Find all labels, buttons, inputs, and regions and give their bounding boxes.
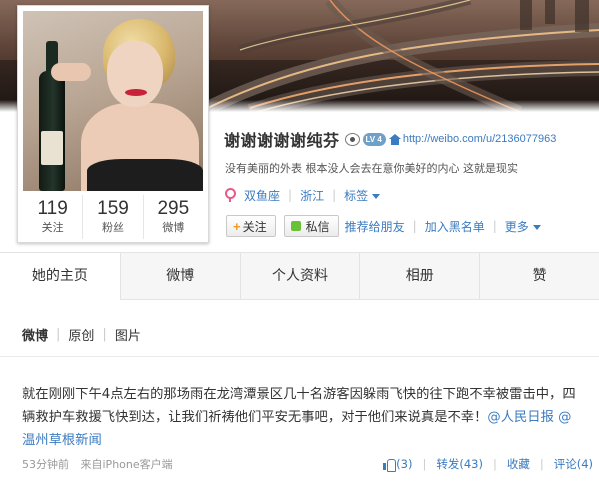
feed-filter: 微博 | 原创 | 图片 xyxy=(22,325,141,344)
profile-name-row: 谢谢谢谢谢纯芬 LV 4 http://weibo.com/u/21360779… xyxy=(224,128,556,150)
post-source-prefix: 来自 xyxy=(80,458,103,471)
stat-posts[interactable]: 295 微博 xyxy=(142,195,203,239)
message-button[interactable]: 私信 xyxy=(283,215,339,237)
tags-separator: | xyxy=(288,188,293,202)
filter-separator: | xyxy=(102,327,107,342)
profile-url-link[interactable]: http://weibo.com/u/2136077963 xyxy=(403,133,557,145)
stat-following[interactable]: 119 关注 xyxy=(23,195,82,239)
profile-tabbar: 她的主页 微博 个人资料 相册 赞 xyxy=(0,252,599,301)
profile-actions: + 关注 私信 推荐给朋友 | 加入黑名单 | 更多 xyxy=(226,214,541,238)
blacklist-link[interactable]: 加入黑名单 xyxy=(425,218,485,235)
recommend-link[interactable]: 推荐给朋友 xyxy=(345,218,405,235)
stat-following-count: 119 xyxy=(37,198,68,219)
message-icon xyxy=(290,221,301,231)
tab-profile-info[interactable]: 个人资料 xyxy=(239,253,360,299)
profile-bio: 没有美丽的外表 根本没人会去在意你美好的内心 这就是现实 xyxy=(225,162,518,175)
verified-eye-icon[interactable] xyxy=(344,132,360,146)
post-actions: (3) | 转发(43) | 收藏 | 评论(4) xyxy=(383,456,593,472)
stat-followers-count: 159 xyxy=(97,198,129,219)
plus-icon: + xyxy=(233,218,241,234)
female-gender-icon xyxy=(224,188,236,202)
post-actions-separator: | xyxy=(422,457,427,471)
filter-separator: | xyxy=(56,327,61,342)
avatar-face xyxy=(107,41,163,107)
avatar-bottle-label xyxy=(41,131,63,165)
mention-link[interactable]: @人民日报 xyxy=(487,410,553,425)
tab-likes[interactable]: 赞 xyxy=(479,253,599,299)
follow-button-label: 关注 xyxy=(242,219,267,234)
feed-divider xyxy=(0,356,599,357)
post-actions-separator: | xyxy=(539,457,544,471)
stat-followers[interactable]: 159 粉丝 xyxy=(82,195,142,239)
stat-posts-label: 微博 xyxy=(162,221,185,234)
avatar-card: 119 关注 159 粉丝 295 微博 xyxy=(17,5,209,243)
tags-separator: | xyxy=(332,188,337,202)
thumbs-up-icon[interactable] xyxy=(383,458,397,472)
avatar-dress xyxy=(87,159,203,191)
post-text: 就在刚刚下午4点左右的那场雨在龙湾潭景区几十名游客因躲雨飞快的往下跑不幸被雷击中… xyxy=(22,383,582,452)
chevron-down-icon xyxy=(372,193,381,199)
profile-stats: 119 关注 159 粉丝 295 微博 xyxy=(23,195,203,239)
constellation-link[interactable]: 双鱼座 xyxy=(244,187,280,204)
filter-original[interactable]: 原创 xyxy=(68,325,94,344)
more-dropdown-label: 更多 xyxy=(504,219,529,234)
stat-following-label: 关注 xyxy=(41,221,64,234)
home-icon xyxy=(388,133,401,145)
avatar[interactable] xyxy=(23,11,203,191)
stat-posts-count: 295 xyxy=(157,198,190,219)
like-count[interactable]: (3) xyxy=(396,457,412,471)
actions-separator: | xyxy=(492,219,497,233)
tab-home[interactable]: 她的主页 xyxy=(0,253,120,301)
filter-images[interactable]: 图片 xyxy=(115,325,141,344)
profile-tags-row: 双鱼座 | 浙江 | 标签 xyxy=(224,186,381,204)
actions-separator: | xyxy=(412,219,417,233)
post-meta: 53分钟前 来自iPhone客户端 xyxy=(22,456,173,472)
more-dropdown[interactable]: 更多 xyxy=(505,218,541,235)
filter-all-weibo[interactable]: 微博 xyxy=(22,325,48,344)
comment-button[interactable]: 评论(4) xyxy=(554,456,593,472)
avatar-lips xyxy=(125,89,147,96)
avatar-hand xyxy=(51,63,91,81)
post-actions-separator: | xyxy=(492,457,497,471)
follow-button[interactable]: + 关注 xyxy=(226,215,276,237)
post-time[interactable]: 53分钟前 xyxy=(22,458,69,471)
chevron-down-icon xyxy=(532,224,541,230)
level-badge[interactable]: LV 4 xyxy=(362,132,386,146)
message-button-label: 私信 xyxy=(305,219,330,234)
profile-name: 谢谢谢谢谢纯芬 xyxy=(224,131,340,150)
tab-album[interactable]: 相册 xyxy=(359,253,479,299)
tags-dropdown-label: 标签 xyxy=(344,188,369,203)
stat-followers-label: 粉丝 xyxy=(101,221,124,234)
favorite-button[interactable]: 收藏 xyxy=(507,456,530,472)
location-link[interactable]: 浙江 xyxy=(300,187,324,204)
post-source-link[interactable]: iPhone客户端 xyxy=(103,458,173,471)
tab-weibo[interactable]: 微博 xyxy=(119,253,240,299)
repost-button[interactable]: 转发(43) xyxy=(436,456,483,472)
tags-dropdown[interactable]: 标签 xyxy=(344,187,381,204)
